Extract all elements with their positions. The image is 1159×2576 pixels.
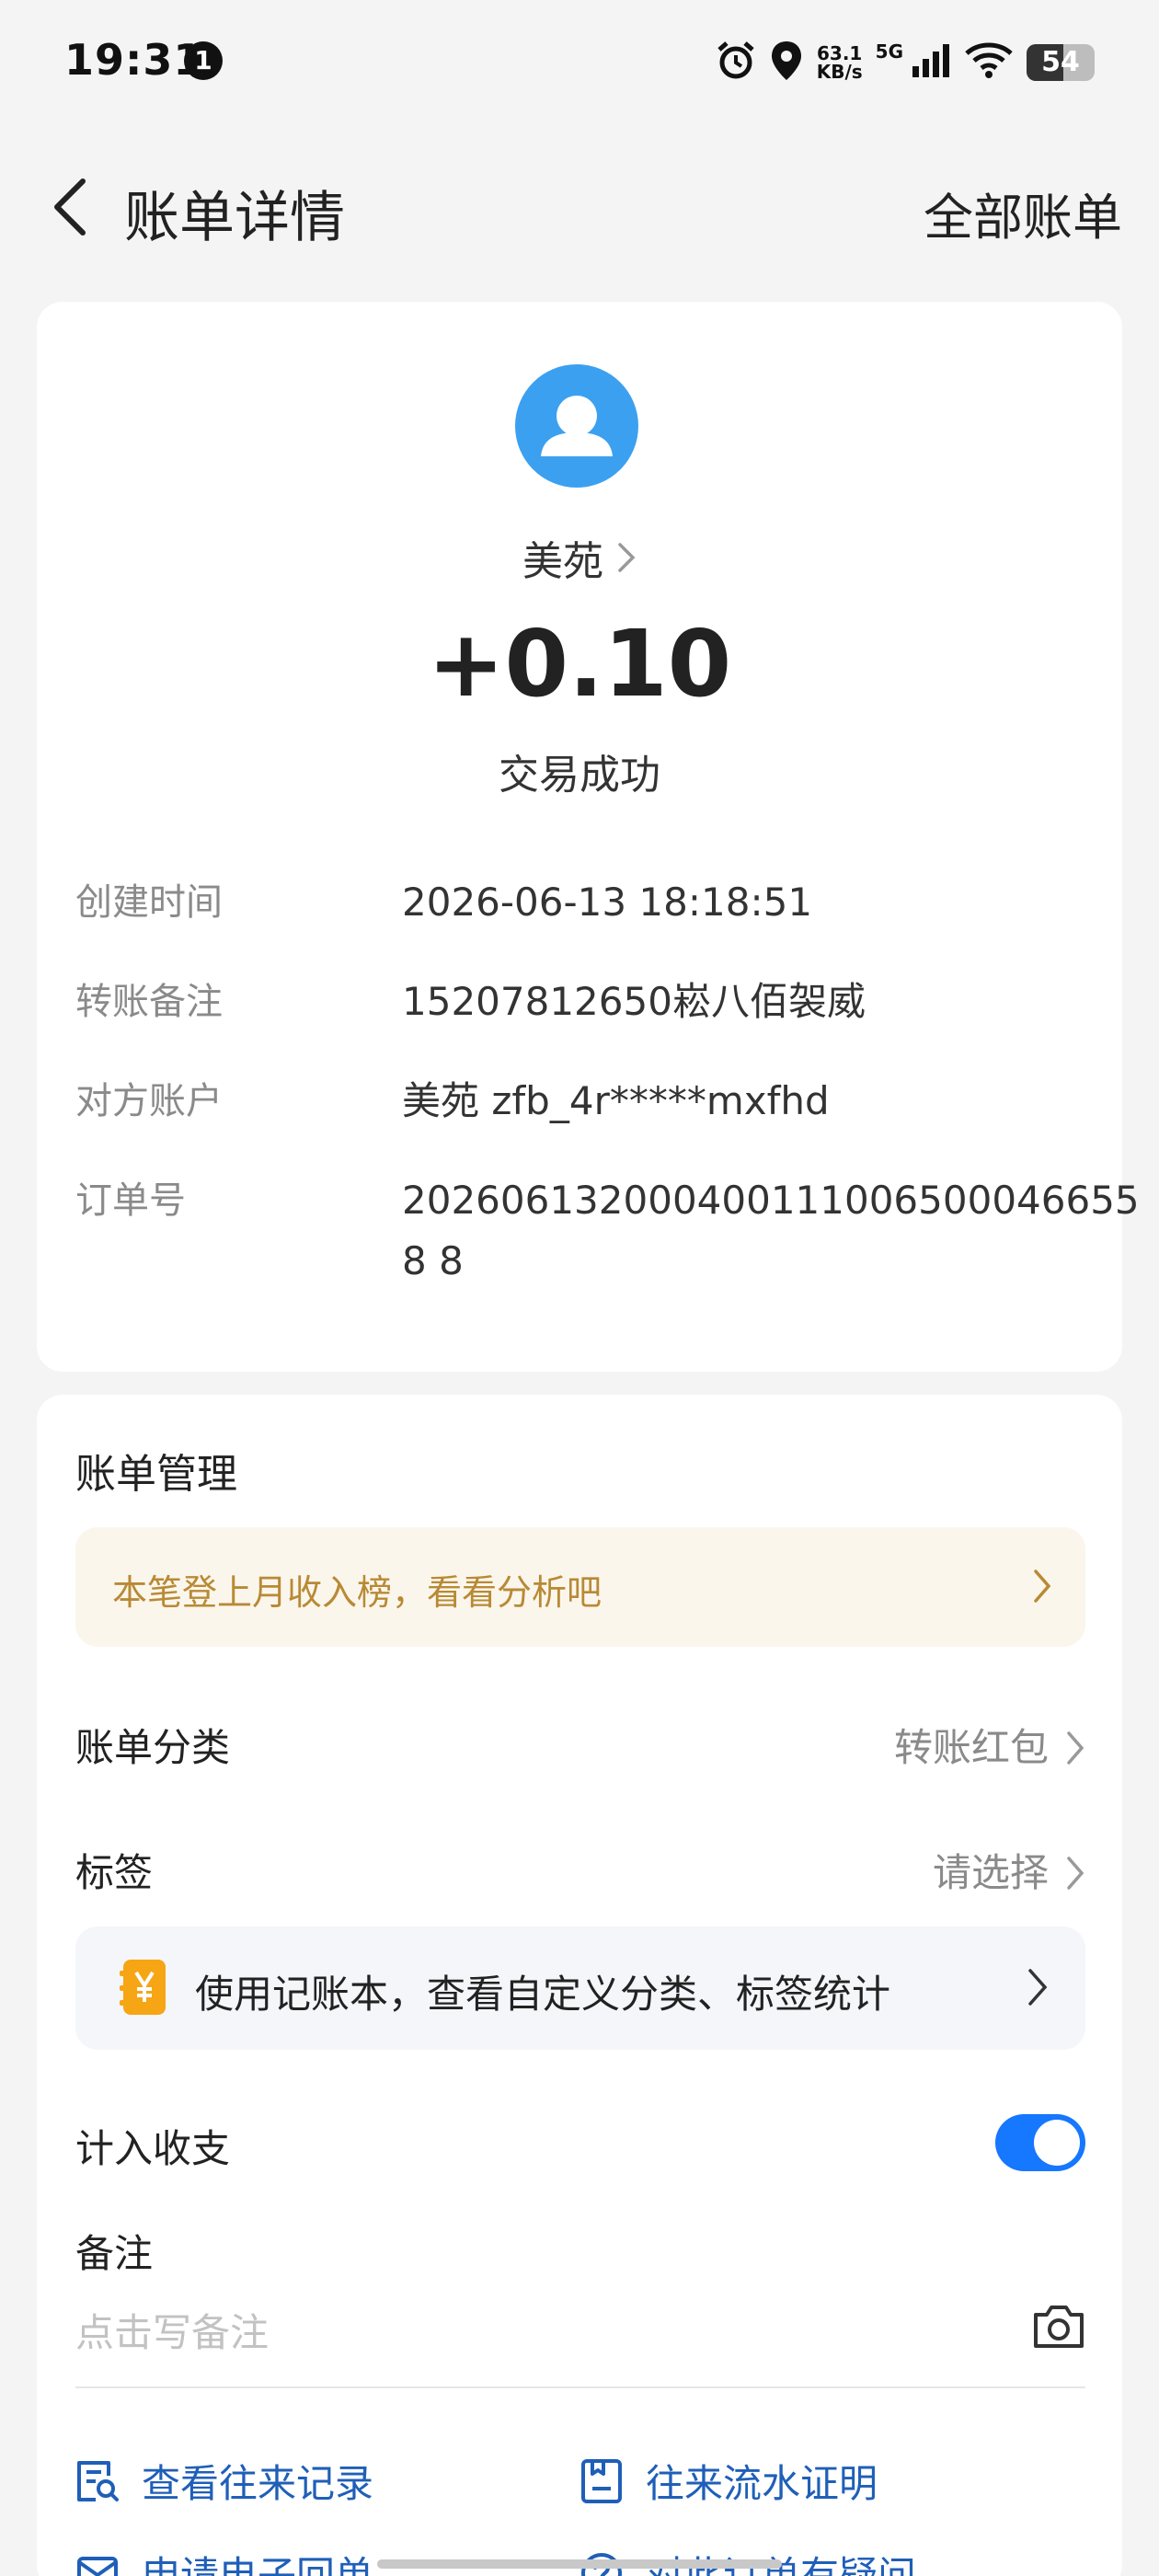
row-value: 转账红包 [893,1725,1049,1770]
nav-header: 账单详情 全部账单 [0,147,1159,267]
back-button[interactable] [33,170,107,244]
tag-row[interactable]: 标签 请选择 [75,1833,1085,1906]
chevron-right-icon [618,543,636,572]
detail-value: 美苑 zfb_4r*****mxfhd [402,1078,830,1123]
detail-label: 订单号 [75,1179,186,1222]
camera-button[interactable] [1032,2302,1085,2353]
action-label: 查看往来记录 [142,2461,374,2506]
bill-category-row[interactable]: 账单分类 转账红包 [75,1708,1085,1781]
section-title: 账单管理 [75,1451,237,1498]
detail-label: 创建时间 [75,881,223,924]
action-label: 申请电子回单 [142,2553,374,2576]
detail-value: 15207812650崧八佰袈威 [402,979,866,1024]
yuan-notebook-icon [120,1960,166,2015]
location-icon [769,40,804,86]
status-icons: 63.1 KB/s 5G 54 [716,37,1095,88]
detail-value: 2026-06-13 18:18:51 [402,880,813,925]
include-in-stats-row: 计入收支 [75,2109,1085,2182]
wifi-icon [964,42,1014,83]
transaction-status: 交易成功 [499,752,660,799]
status-time: 19:31 [64,35,204,85]
bill-detail-page: 19:31 1 63.1 KB/s 5G 54 账单详情 全部账单 美苑 +0.… [0,0,1159,2576]
toggle-knob [1034,2120,1080,2166]
detail-value[interactable]: 2026061320004001110065000466558 8 [402,1170,1156,1292]
chevron-right-icon [1067,1731,1084,1765]
record-search-icon [77,2460,119,2501]
bill-management-card: 账单管理 本笔登上月收入榜，看看分析吧 账单分类 转账红包 标签 请选择 使用记… [37,1395,1122,2576]
counterparty-name-link[interactable]: 美苑 [37,528,1122,587]
include-in-stats-toggle[interactable] [995,2114,1085,2171]
counterparty-name: 美苑 [522,538,603,585]
notebook-banner[interactable]: 使用记账本，查看自定义分类、标签统计 [75,1926,1085,2050]
network-type: 5G [875,40,903,63]
net-speed-unit: KB/s [816,61,863,83]
alarm-icon [716,40,756,85]
remark-input[interactable] [75,2296,1085,2388]
user-icon [541,396,613,456]
detail-label: 转账备注 [75,981,223,1023]
transaction-card: 美苑 +0.10 交易成功 创建时间 2026-06-13 18:18:51 转… [37,302,1140,1372]
page-title: 账单详情 [124,186,345,250]
transaction-amount: +0.10 [427,610,732,718]
net-speed: 63.1 KB/s [817,44,863,81]
avatar[interactable] [515,364,638,488]
row-label: 计入收支 [75,2126,231,2171]
row-label: 标签 [75,1850,154,1895]
mail-icon [77,2556,118,2576]
row-value: 请选择 [932,1850,1049,1895]
signal-icon [911,42,951,83]
chevron-right-icon [1034,1570,1051,1603]
battery-icon: 54 [1027,44,1095,81]
action-label: 往来流水证明 [646,2461,878,2506]
chevron-right-icon [1028,1969,1048,2006]
document-icon [581,2458,622,2503]
notification-count-badge: 1 [184,41,223,80]
status-bar: 19:31 1 63.1 KB/s 5G 54 [0,0,1159,120]
view-history-button[interactable]: 查看往来记录 [75,2453,373,2509]
promo-text: 本笔登上月收入榜，看看分析吧 [112,1572,602,1613]
chevron-right-icon [1067,1857,1084,1890]
e-receipt-button[interactable]: 申请电子回单 [75,2545,373,2576]
row-label: 账单分类 [75,1725,231,1770]
net-speed-value: 63.1 [817,42,863,64]
notebook-banner-text: 使用记账本，查看自定义分类、标签统计 [195,1972,891,2017]
remark-label: 备注 [75,2231,154,2276]
home-indicator[interactable] [377,2559,782,2569]
camera-icon [1034,2306,1084,2348]
chevron-left-icon [54,178,86,236]
all-bills-link[interactable]: 全部账单 [924,177,1122,249]
flow-proof-button[interactable]: 往来流水证明 [580,2453,878,2509]
income-rank-banner[interactable]: 本笔登上月收入榜，看看分析吧 [75,1527,1085,1647]
detail-label: 对方账户 [75,1080,223,1122]
battery-level: 54 [1041,46,1080,78]
